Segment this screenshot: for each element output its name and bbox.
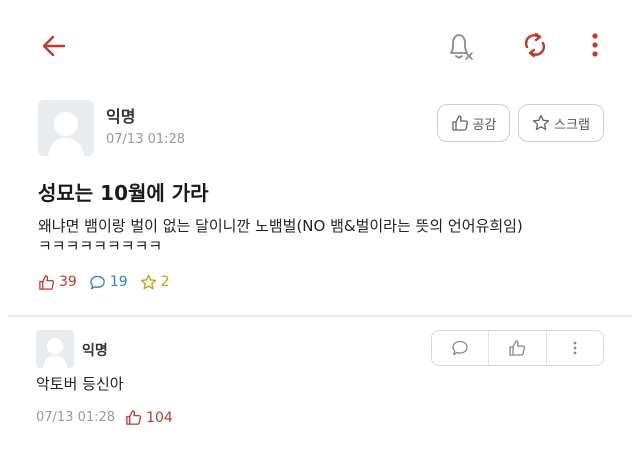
more-vertical-icon (573, 341, 577, 355)
post: 익명 07/13 01:28 공감 스크랩 성묘는 10월에 가라 왜냐면 뱀이… (0, 88, 640, 310)
speech-bubble-icon (452, 340, 468, 356)
comment-author: 익명 (82, 343, 108, 359)
refresh-icon (524, 32, 546, 58)
like-count-value: 39 (59, 274, 77, 290)
post-body-line: ㅋㅋㅋㅋㅋㅋㅋㅋㅋ (38, 237, 163, 255)
like-button[interactable]: 공감 (437, 104, 510, 142)
more-vertical-icon (592, 33, 598, 57)
comment-action-bar (431, 330, 604, 366)
scrap-count-value: 2 (160, 274, 170, 290)
default-avatar-icon (36, 330, 74, 368)
comment-meta: 07/13 01:28 104 (36, 409, 173, 426)
more-options-button[interactable] (583, 27, 607, 63)
top-bar (0, 0, 640, 88)
reply-button[interactable] (432, 331, 488, 365)
comment-date: 07/13 01:28 (36, 410, 116, 425)
scrap-button[interactable]: 스크랩 (518, 104, 604, 142)
comment: 익명 악토버 등신아 07/13 01:28 104 (0, 318, 640, 452)
thumbs-up-icon (509, 340, 526, 356)
post-body: 왜냐면 뱀이랑 벌이 없는 달이니깐 노뱀벌(NO 뱀&벌이라는 뜻의 언어유희… (38, 216, 618, 256)
post-title: 성묘는 10월에 가라 (38, 181, 209, 205)
notification-toggle-button[interactable] (440, 28, 476, 64)
arrow-left-icon (42, 35, 66, 57)
like-button-label: 공감 (472, 117, 497, 133)
thumbs-up-icon (39, 274, 55, 290)
comment-count: 19 (89, 274, 128, 291)
post-date: 07/13 01:28 (106, 132, 186, 147)
comment-text: 악토버 등신아 (36, 375, 124, 393)
scrap-count: 2 (140, 274, 170, 291)
comment-like-button[interactable] (488, 331, 545, 365)
comment-like-count-value: 104 (146, 409, 173, 426)
refresh-button[interactable] (517, 27, 553, 63)
scrap-button-label: 스크랩 (554, 117, 590, 133)
avatar (38, 100, 94, 156)
bell-off-icon (450, 34, 473, 60)
back-button[interactable] (36, 28, 72, 64)
speech-bubble-icon (90, 275, 105, 289)
thumbs-up-icon (126, 410, 142, 425)
avatar (36, 330, 74, 368)
comment-count-value: 19 (109, 274, 128, 290)
like-count: 39 (38, 274, 77, 291)
post-body-line: 왜냐면 뱀이랑 벌이 없는 달이니깐 노뱀벌(NO 뱀&벌이라는 뜻의 언어유희… (38, 217, 523, 235)
comment-like-count: 104 (125, 409, 173, 426)
divider (8, 315, 632, 317)
star-icon (532, 114, 550, 131)
comment-more-button[interactable] (545, 331, 603, 365)
default-avatar-icon (38, 100, 94, 156)
post-author: 익명 (106, 107, 136, 126)
star-icon (140, 274, 156, 289)
post-stats: 39 19 2 (38, 271, 182, 293)
thumbs-up-icon (451, 115, 468, 131)
